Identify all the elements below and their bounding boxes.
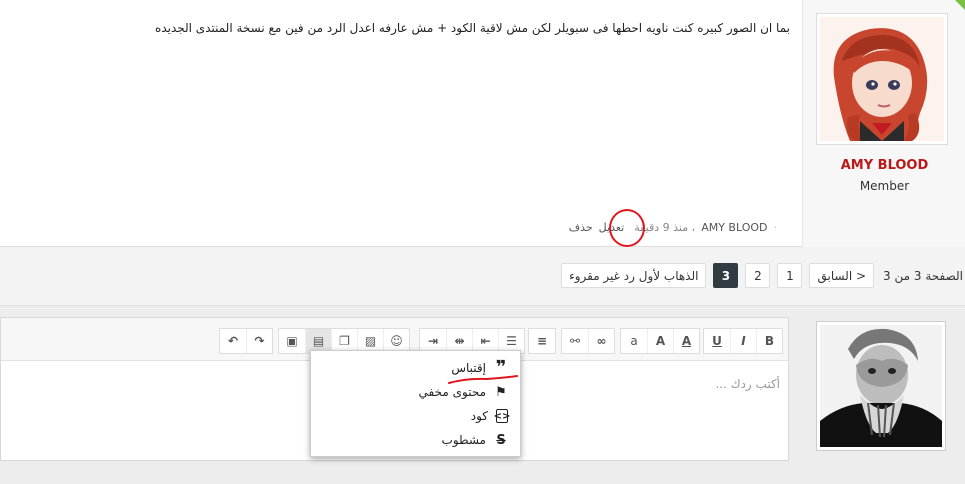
undo-icon: ↶ (227, 334, 239, 348)
post-author-panel: AMY BLOOD Member (802, 0, 965, 247)
align-center-icon: ⇹ (454, 334, 465, 348)
menu-item-quote-label: إقتباس (451, 361, 486, 375)
current-user-avatar[interactable] (816, 321, 946, 451)
redo-icon: ↷ (254, 334, 265, 348)
list-icon: ☰ (506, 334, 517, 348)
underline-button[interactable]: U (704, 329, 730, 353)
font-size-icon: A (655, 334, 666, 348)
strikethrough-icon: S (496, 432, 506, 448)
unlink-button[interactable]: ⚯ (562, 329, 588, 353)
italic-icon: I (741, 334, 746, 348)
author-avatar-image (820, 17, 944, 141)
author-name-link[interactable]: AMY BLOOD (803, 158, 965, 173)
meta-dot: · (773, 221, 778, 234)
font-color-button[interactable]: A (673, 329, 699, 353)
unread-corner-marker (955, 0, 965, 10)
page-2-button[interactable]: 2 (745, 263, 771, 288)
meta-author-link[interactable]: AMY BLOOD (701, 221, 767, 234)
menu-item-quote[interactable]: ❞ إقتباس (451, 357, 508, 378)
bold-button[interactable]: B (756, 329, 782, 353)
font-size-button[interactable]: A (647, 329, 673, 353)
author-rank: Member (859, 179, 910, 193)
link-button[interactable]: ∞ (588, 329, 614, 353)
menu-item-strikethrough-label: مشطوب (441, 433, 486, 447)
menu-item-strikethrough[interactable]: S مشطوب (441, 432, 508, 448)
pagination: الصفحة 3 من 3 < السابق 1 2 3 الذهاب لأول… (561, 263, 963, 288)
toolbar-group-history: ↶ ↷ (219, 328, 273, 354)
quote-icon: ❞ (495, 357, 507, 378)
paragraph-button[interactable]: ≡ (529, 329, 555, 353)
current-user-avatar-image (820, 325, 942, 447)
reply-input-placeholder[interactable]: أكتب ردك ... (715, 377, 780, 391)
align-left-icon: ⇤ (480, 334, 491, 348)
block-menu-icon: ▤ (312, 334, 325, 348)
redo-button[interactable]: ↷ (246, 329, 272, 353)
menu-item-hidden-content[interactable]: ⚑ محتوى مخفي (418, 384, 508, 400)
prev-page-button[interactable]: < السابق (809, 263, 875, 288)
media-icon: ❐ (339, 334, 350, 348)
image-icon: ▨ (364, 334, 377, 348)
forum-post: بما ان الصور كبيره كنت ناويه احطها فى سب… (0, 0, 965, 247)
code-icon: <> (493, 409, 511, 423)
menu-item-code-label: كود (470, 409, 488, 423)
post-meta: ·AMY BLOOD، منذ 9 دقيقةتعديلحذف (563, 221, 777, 234)
toolbar-group-style: U I B (703, 328, 783, 354)
insert-dropdown-menu: ❞ إقتباس ⚑ محتوى مخفي <> كود S مشطوب (310, 350, 521, 457)
underline-icon: U (712, 334, 722, 348)
font-color-icon: A (681, 334, 692, 348)
menu-item-code[interactable]: <> كود (470, 409, 511, 423)
page-3-button[interactable]: 3 (713, 263, 739, 288)
pagination-info: الصفحة 3 من 3 (883, 268, 963, 283)
font-family-icon: a (630, 334, 638, 348)
paragraph-align-icon: ≡ (536, 334, 548, 348)
author-avatar[interactable] (816, 13, 948, 145)
link-icon: ∞ (596, 334, 607, 348)
annotation-red-underline (448, 375, 518, 384)
align-right-icon: ⇥ (427, 334, 439, 348)
undo-button[interactable]: ↶ (220, 329, 246, 353)
post-message: بما ان الصور كبيره كنت ناويه احطها فى سب… (155, 21, 790, 35)
italic-button[interactable]: I (730, 329, 756, 353)
save-draft-button[interactable]: ▣ (279, 329, 305, 353)
unlink-icon: ⚯ (569, 334, 581, 348)
delete-post-link[interactable]: حذف (569, 221, 593, 234)
floppy-icon: ▣ (286, 334, 298, 348)
first-unread-button[interactable]: الذهاب لأول رد غير مقروء (561, 263, 707, 288)
bold-icon: B (764, 334, 775, 348)
annotation-red-circle (609, 209, 645, 247)
flag-icon: ⚑ (495, 384, 507, 400)
menu-item-hidden-content-label: محتوى مخفي (418, 385, 486, 399)
toolbar-group-font: a A A (620, 328, 700, 354)
page-1-button[interactable]: 1 (777, 263, 803, 288)
toolbar-group-paragraph: ≡ (528, 328, 556, 354)
font-family-button[interactable]: a (621, 329, 647, 353)
toolbar-group-links: ⚯ ∞ (561, 328, 615, 354)
smilie-icon: ☺ (390, 334, 403, 348)
